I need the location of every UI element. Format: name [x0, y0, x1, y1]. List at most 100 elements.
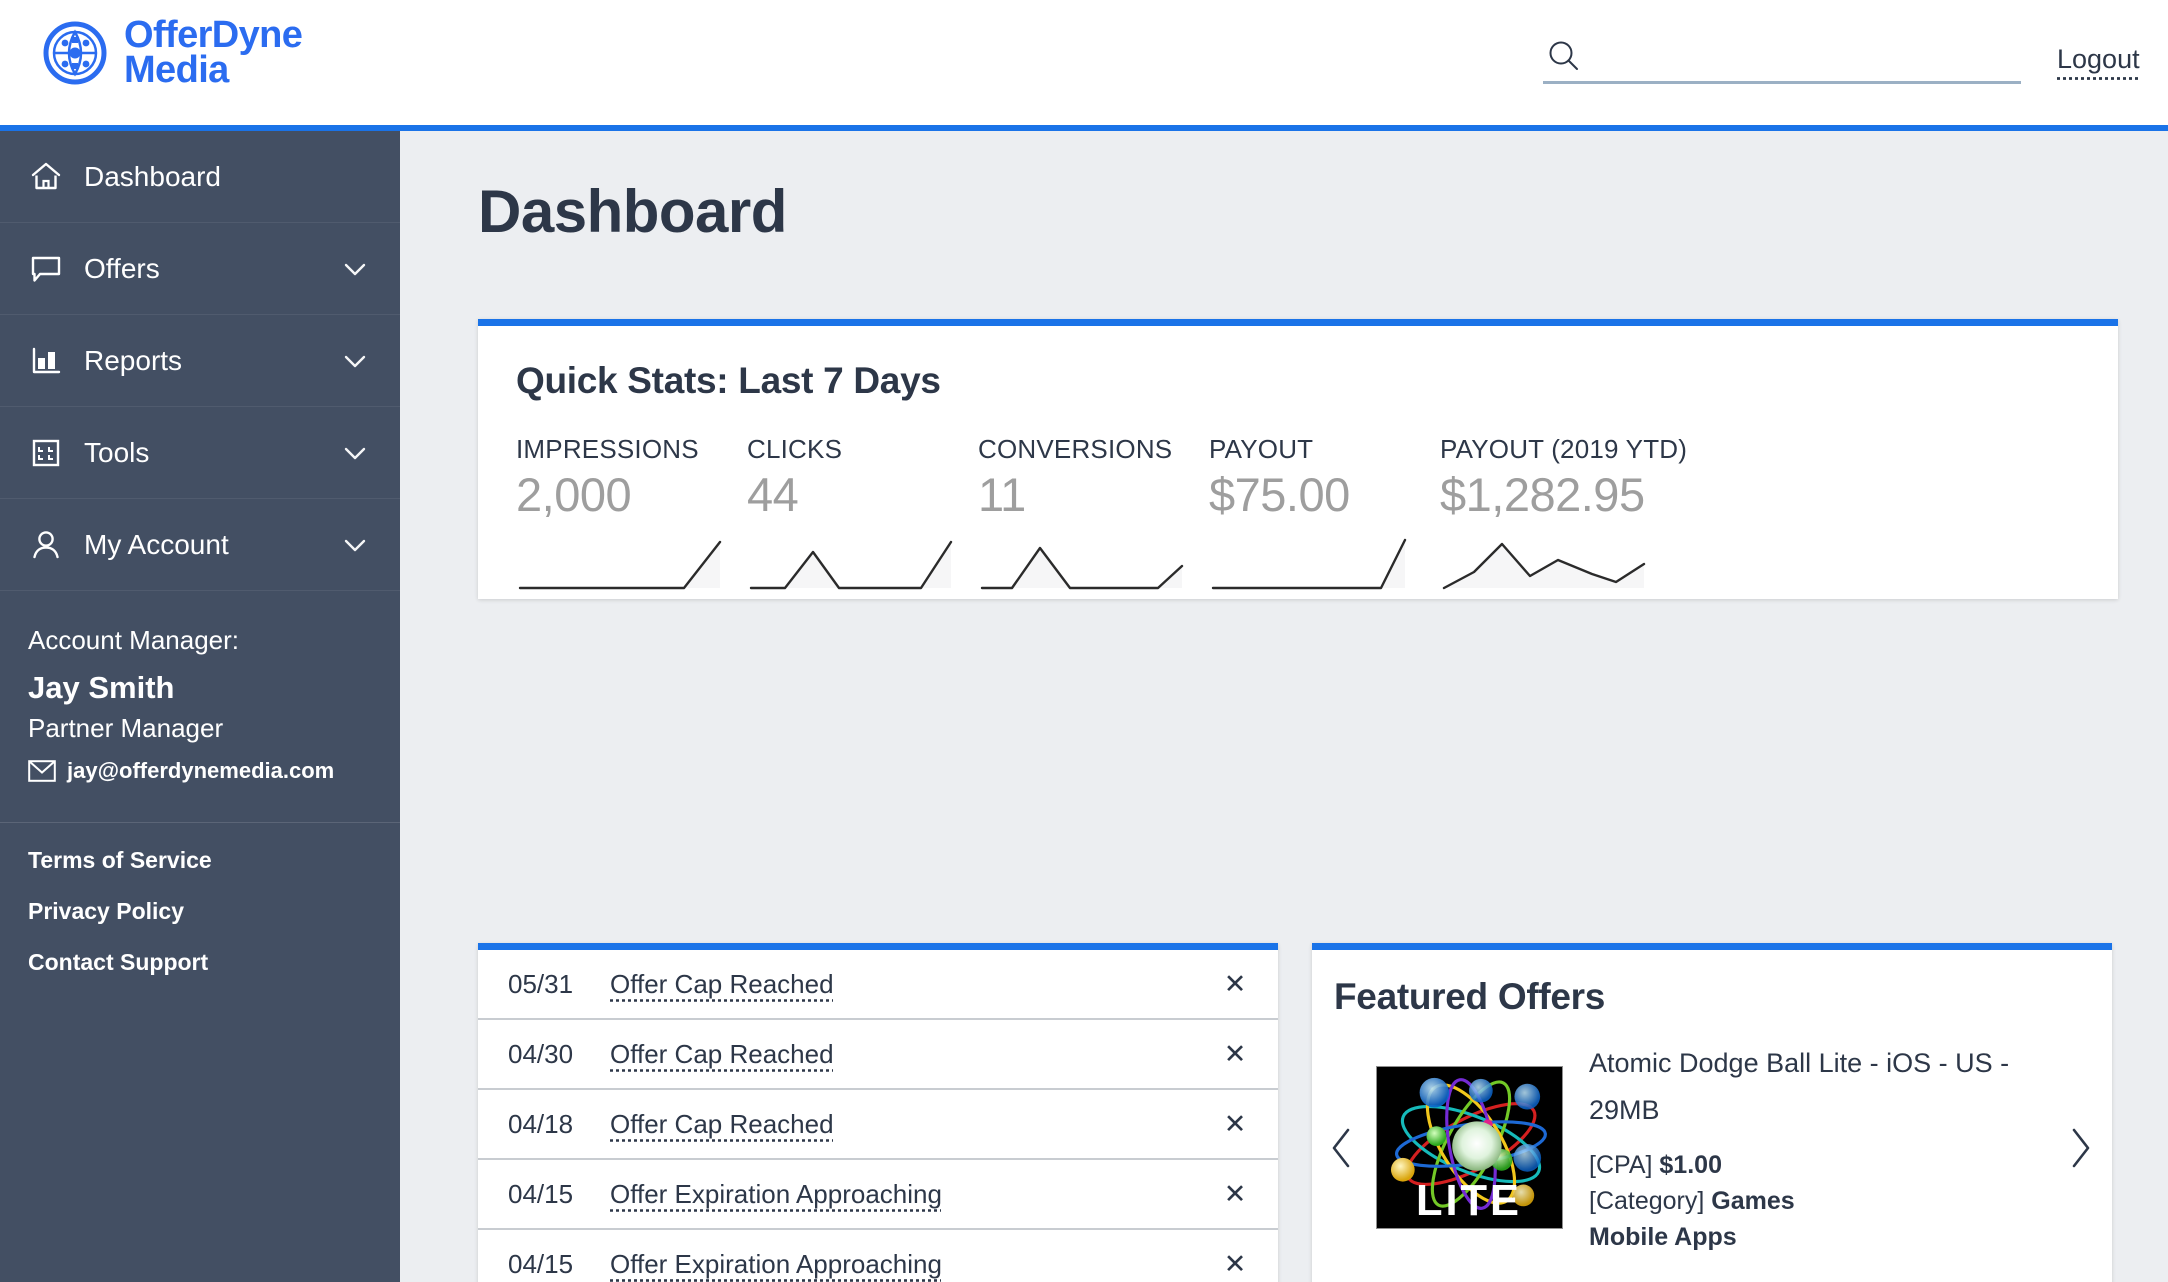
sparkline-impressions: [518, 540, 722, 590]
stat-value: $75.00: [1209, 468, 1350, 521]
sidebar-item-tools[interactable]: Tools: [0, 407, 400, 499]
offer-category-value: Games: [1711, 1186, 1795, 1215]
sidebar-item-label: Dashboard: [84, 160, 221, 192]
notification-text[interactable]: Offer Expiration Approaching: [610, 1249, 1218, 1280]
chevron-down-icon[interactable]: [340, 346, 370, 376]
globe-network-icon: [43, 21, 107, 85]
offer-cpa-label: [CPA]: [1589, 1150, 1653, 1179]
chevron-down-icon[interactable]: [340, 254, 370, 284]
stat-value: 11: [978, 468, 1026, 521]
stat-label: PAYOUT: [1209, 434, 1314, 464]
account-manager-block: Account Manager: Jay Smith Partner Manag…: [0, 591, 400, 823]
brand-name-line1: OfferDyne: [124, 14, 303, 56]
account-manager-email-link[interactable]: jay@offerdynemedia.com: [28, 758, 372, 784]
account-manager-role: Partner Manager: [28, 713, 224, 743]
sparkline-conversions: [980, 546, 1184, 590]
app-header: OfferDyne Media Logout: [0, 0, 2168, 131]
main-content: Dashboard Quick Stats: Last 7 Days IMPRE…: [400, 131, 2168, 1282]
search-input[interactable]: [1589, 40, 2021, 71]
account-manager-email: jay@offerdynemedia.com: [67, 758, 335, 783]
notification-text[interactable]: Offer Cap Reached: [610, 1109, 1218, 1140]
sidebar-item-offers[interactable]: Offers: [0, 223, 400, 315]
offer-info: Atomic Dodge Ball Lite - iOS - US - 29MB…: [1577, 1040, 2060, 1255]
page-title: Dashboard: [478, 178, 787, 245]
stat-impressions: IMPRESSIONS 2,000 No Data: [516, 434, 747, 599]
notification-text[interactable]: Offer Cap Reached: [610, 1039, 1218, 1070]
offer-thumbnail-caption: LITE: [1416, 1177, 1522, 1225]
sparkline-payout: [1211, 538, 1407, 590]
table-row[interactable]: 04/15 Offer Expiration Approaching ✕: [478, 1160, 1278, 1230]
logout-link[interactable]: Logout: [2057, 44, 2140, 75]
user-icon: [28, 527, 64, 563]
close-icon[interactable]: ✕: [1218, 1249, 1252, 1280]
notification-date: 04/18: [508, 1108, 574, 1139]
offer-meta: [CPA] $1.00 [Category] Games Mobile Apps: [1589, 1147, 2060, 1256]
search-icon[interactable]: [1547, 39, 1581, 73]
brand-logo[interactable]: OfferDyne Media: [42, 14, 303, 92]
offer-category-row-2: Mobile Apps: [1589, 1219, 2060, 1255]
notification-text[interactable]: Offer Expiration Approaching: [610, 1179, 1218, 1210]
quick-stats-card: Quick Stats: Last 7 Days IMPRESSIONS 2,0…: [478, 319, 2118, 599]
stat-label: CLICKS: [747, 434, 843, 464]
offer-category-label: [Category]: [1589, 1186, 1705, 1215]
stat-label: PAYOUT (2019 YTD): [1440, 434, 1688, 464]
tools-grid-icon: [28, 435, 64, 471]
sidebar-item-reports[interactable]: Reports: [0, 315, 400, 407]
table-row[interactable]: 05/31 Offer Cap Reached ✕: [478, 950, 1278, 1020]
table-row[interactable]: 04/30 Offer Cap Reached ✕: [478, 1020, 1278, 1090]
sidebar-item-dashboard[interactable]: Dashboard: [0, 131, 400, 223]
stat-clicks: CLICKS 44 -68.35% change: [747, 434, 978, 599]
notifications-card: 05/31 Offer Cap Reached ✕ 04/30 Offer Ca…: [478, 943, 1278, 1282]
sidebar-item-label: Tools: [84, 436, 150, 468]
chat-bubble-icon: [28, 251, 64, 287]
notification-date: 04/15: [508, 1248, 574, 1279]
carousel-next-button[interactable]: [2060, 1124, 2100, 1172]
chevron-down-icon[interactable]: [340, 438, 370, 468]
privacy-policy-link[interactable]: Privacy Policy: [28, 898, 372, 925]
chevron-down-icon[interactable]: [340, 530, 370, 560]
stat-value: $1,282.95: [1440, 468, 1645, 521]
close-icon[interactable]: ✕: [1218, 969, 1252, 1000]
sidebar-item-label: My Account: [84, 528, 229, 560]
sidebar-item-label: Reports: [84, 344, 183, 376]
stat-payout-ytd: PAYOUT (2019 YTD) $1,282.95 -92.84% chan…: [1440, 434, 1688, 599]
featured-offers-carousel: LITE Atomic Dodge Ball Lite - iOS - US -…: [1312, 1018, 2112, 1255]
carousel-prev-button[interactable]: [1322, 1124, 1362, 1172]
close-icon[interactable]: ✕: [1218, 1109, 1252, 1140]
featured-offers-title: Featured Offers: [1334, 976, 1606, 1017]
bar-chart-icon: [28, 343, 64, 379]
featured-offers-card: Featured Offers LITE Atomic Dodge Ball L…: [1312, 943, 2112, 1282]
chevron-right-icon[interactable]: [2065, 1124, 2095, 1172]
search-box[interactable]: [1543, 30, 2021, 84]
stat-conversions: CONVERSIONS 11 -74.42% change: [978, 434, 1209, 599]
offer-cpa-row: [CPA] $1.00: [1589, 1147, 2060, 1183]
terms-of-service-link[interactable]: Terms of Service: [28, 847, 372, 874]
quick-stats-title: Quick Stats: Last 7 Days: [516, 360, 941, 401]
offer-category-row: [Category] Games: [1589, 1183, 2060, 1219]
stat-label: CONVERSIONS: [978, 434, 1173, 464]
table-row[interactable]: 04/15 Offer Expiration Approaching ✕: [478, 1230, 1278, 1282]
contact-support-link[interactable]: Contact Support: [28, 949, 372, 976]
notification-date: 05/31: [508, 968, 574, 999]
notification-text[interactable]: Offer Cap Reached: [610, 969, 1218, 1000]
offer-cpa-value: $1.00: [1659, 1150, 1722, 1179]
legal-links: Terms of Service Privacy Policy Contact …: [0, 823, 400, 976]
offer-name[interactable]: Atomic Dodge Ball Lite - iOS - US - 29MB: [1589, 1040, 2060, 1135]
offer-thumbnail[interactable]: LITE: [1376, 1066, 1563, 1230]
sidebar-item-label: Offers: [84, 252, 160, 284]
account-manager-name: Jay Smith: [28, 670, 175, 705]
envelope-icon: [28, 760, 56, 782]
close-icon[interactable]: ✕: [1218, 1179, 1252, 1210]
sparkline-clicks: [749, 540, 953, 590]
offer-category-value-2: Mobile Apps: [1589, 1223, 1737, 1251]
stat-label: IMPRESSIONS: [516, 434, 699, 464]
table-row[interactable]: 04/18 Offer Cap Reached ✕: [478, 1090, 1278, 1160]
home-icon: [28, 159, 64, 195]
close-icon[interactable]: ✕: [1218, 1039, 1252, 1070]
chevron-left-icon[interactable]: [1327, 1124, 1357, 1172]
brand-name-line2: Media: [124, 49, 229, 92]
sidebar-item-my-account[interactable]: My Account: [0, 499, 400, 591]
stat-value: 44: [747, 468, 799, 521]
brand-name: OfferDyne Media: [124, 14, 303, 92]
quick-stats-row: IMPRESSIONS 2,000 No Data CLICKS 44 -68.…: [478, 402, 2118, 599]
